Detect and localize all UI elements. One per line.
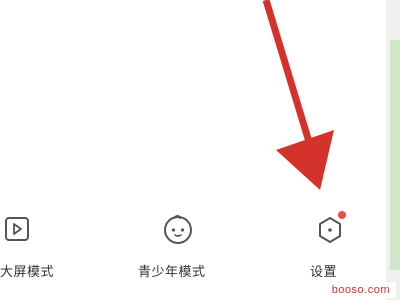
annotation-arrow xyxy=(262,0,334,190)
watermark: booso.com xyxy=(325,282,396,298)
